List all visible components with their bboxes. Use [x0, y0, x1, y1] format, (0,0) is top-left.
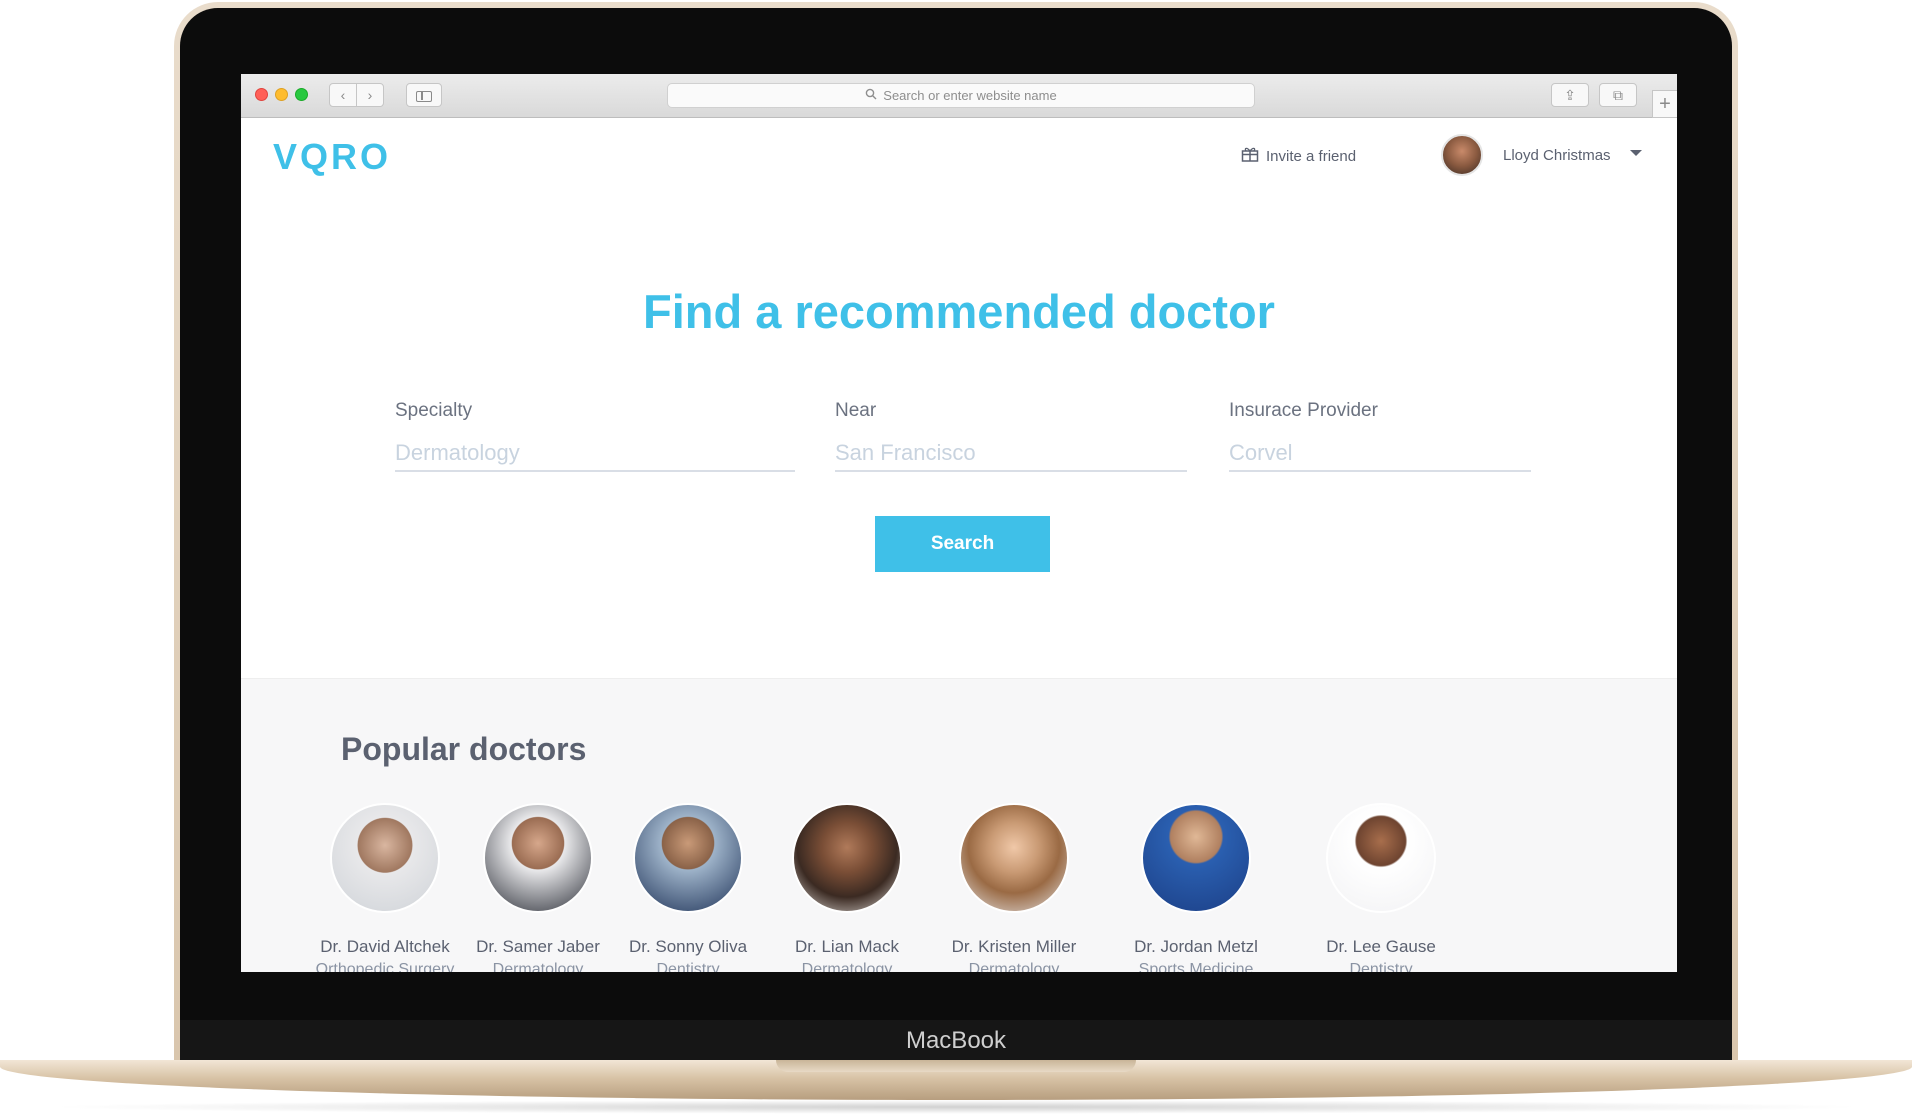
minimize-window-button[interactable]	[275, 88, 288, 101]
specialty-input[interactable]	[395, 440, 795, 472]
share-icon: ⇪	[1564, 87, 1576, 103]
doctor-name: Dr. Jordan Metzl	[1134, 937, 1258, 956]
doctor-card[interactable]: Dr. Kristen Miller Dermatology	[921, 803, 1107, 972]
address-placeholder: Search or enter website name	[883, 88, 1057, 103]
web-page: VQRO Invite a friend Lloyd Christmas Fin…	[241, 118, 1677, 972]
new-tab-button[interactable]: +	[1652, 90, 1677, 118]
doctor-specialty: Sports Medicine	[1138, 961, 1254, 972]
laptop-shadow	[40, 1100, 1872, 1114]
maximize-window-button[interactable]	[295, 88, 308, 101]
tabs-button[interactable]: ⧉	[1599, 83, 1637, 107]
plus-icon: +	[1659, 93, 1671, 115]
insurance-input[interactable]	[1229, 440, 1531, 472]
doctor-photo	[1326, 803, 1436, 913]
insurance-field: Insurace Provider	[1229, 400, 1531, 472]
laptop-brand-label: MacBook	[905, 1027, 1007, 1054]
search-button[interactable]: Search	[875, 516, 1050, 572]
page-title: Find a recommended doctor	[643, 285, 1275, 338]
doctor-photo	[792, 803, 902, 913]
specialty-field: Specialty	[395, 400, 795, 472]
doctor-name: Dr. Kristen Miller	[951, 937, 1077, 956]
doctor-photo	[330, 803, 440, 913]
doctor-name: Dr. Lee Gause	[1326, 937, 1436, 956]
browser-window: ‹ › Search or enter website name ⇪ ⧉ + V…	[241, 74, 1677, 972]
close-window-button[interactable]	[255, 88, 268, 101]
site-logo[interactable]: VQRO	[273, 136, 391, 178]
insurance-label: Insurace Provider	[1229, 400, 1378, 421]
sidebar-icon	[416, 91, 432, 102]
doctor-card[interactable]: Dr. Lian Mack Dermatology	[754, 803, 940, 972]
gift-icon	[1241, 146, 1259, 162]
doctor-specialty: Dermatology	[968, 961, 1060, 972]
forward-button[interactable]: ›	[356, 83, 384, 107]
specialty-label: Specialty	[395, 400, 473, 421]
back-button[interactable]: ‹	[329, 83, 357, 107]
near-input[interactable]	[835, 440, 1187, 472]
near-label: Near	[835, 400, 877, 421]
section-title: Popular doctors	[341, 731, 587, 767]
doctor-name: Dr. Lian Mack	[795, 937, 899, 956]
share-button[interactable]: ⇪	[1551, 83, 1589, 107]
doctor-photo	[959, 803, 1069, 913]
browser-toolbar: ‹ › Search or enter website name ⇪ ⧉ +	[241, 74, 1677, 118]
doctor-card[interactable]: Dr. Jordan Metzl Sports Medicine	[1103, 803, 1289, 972]
doctor-photo	[1141, 803, 1251, 913]
popular-doctors-section: Popular doctors Dr. David Altchek Orthop…	[241, 678, 1677, 972]
tabs-icon: ⧉	[1613, 87, 1623, 103]
doctor-specialty: Dentistry	[1349, 961, 1413, 972]
search-icon	[865, 84, 877, 107]
laptop-notch	[776, 1060, 1136, 1072]
doctor-card[interactable]: Dr. Lee Gause Dentistry	[1288, 803, 1474, 972]
address-bar[interactable]: Search or enter website name	[667, 83, 1255, 108]
doctor-photo	[633, 803, 743, 913]
doctor-photo	[483, 803, 593, 913]
near-field: Near	[835, 400, 1187, 472]
chevron-down-icon[interactable]	[1630, 150, 1642, 156]
sidebar-toggle-button[interactable]	[406, 83, 442, 107]
doctor-specialty: Dermatology	[801, 961, 893, 972]
invite-friend-link[interactable]: Invite a friend	[1266, 148, 1356, 165]
avatar[interactable]	[1441, 134, 1483, 176]
user-name-menu[interactable]: Lloyd Christmas	[1503, 147, 1611, 164]
